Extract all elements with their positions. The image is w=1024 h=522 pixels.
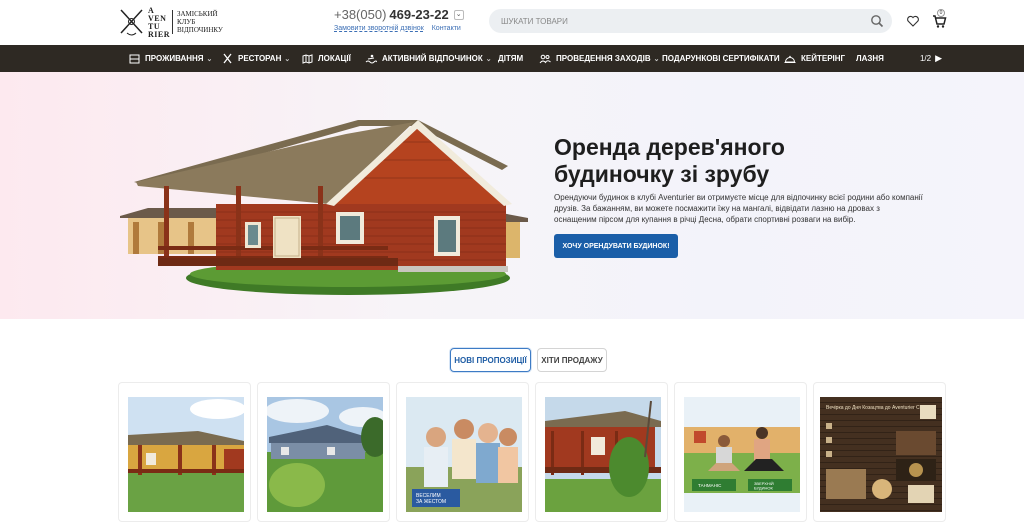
search-icon[interactable]	[870, 14, 884, 28]
nav-page-indicator: 1/2	[919, 54, 932, 63]
crossed-oars-icon	[118, 7, 146, 41]
nav-item-bathhouse[interactable]: ЛАЗНЯ	[856, 45, 884, 72]
product-image: Вечірка до Дня Козацтва до Aventurier Cl…	[820, 397, 942, 512]
cart-count-badge: 0	[937, 9, 945, 17]
search-bar	[489, 9, 892, 33]
activity-icon	[365, 54, 377, 63]
nav-label: ПОДАРУНКОВІ СЕРТИФІКАТИ	[662, 54, 780, 63]
search-input[interactable]	[489, 9, 849, 33]
chevron-down-icon: ⌄	[653, 55, 660, 63]
hero-banner: Оренда дерев'яного будиночку зі зрубу Ор…	[0, 72, 1024, 319]
chevron-down-icon: ⌄	[284, 55, 291, 63]
cloche-icon	[784, 55, 796, 63]
product-card[interactable]: Вечірка до Дня Козацтва до Aventurier Cl…	[813, 382, 946, 522]
nav-item-events[interactable]: ПРОВЕДЕННЯ ЗАХОДІВ ⌄	[539, 45, 660, 72]
nav-item-active-rest[interactable]: АКТИВНИЙ ВІДПОЧИНОК ⌄	[365, 45, 492, 72]
nav-label: ПРОВЕДЕННЯ ЗАХОДІВ	[556, 54, 651, 63]
product-image: ВЕСЕЛИМ ЗА ЖЕСТОМ	[406, 397, 522, 512]
product-card[interactable]: ТАНМАНІС ЗВЕРХНІЙ БУДИНОК	[674, 382, 807, 522]
hero-title: Оренда дерев'яного будиночку зі зрубу	[554, 134, 785, 187]
nav-label: РЕСТОРАН	[238, 54, 282, 63]
product-image	[128, 397, 244, 512]
product-card[interactable]	[535, 382, 668, 522]
site-header: A VEN TU RIER Заміський клуб відпочинку …	[0, 0, 1024, 45]
logo-wordmark: A VEN TU RIER	[148, 6, 171, 39]
nav-item-kids[interactable]: ДІТЯМ	[498, 45, 523, 72]
phone-links: Замовити зворотній дзвінок Контакти	[334, 25, 474, 32]
map-icon	[302, 53, 313, 64]
bed-icon	[129, 54, 140, 63]
product-image: ТАНМАНІС ЗВЕРХНІЙ БУДИНОК	[684, 397, 800, 512]
product-badge-text: Вечірка до Дня Козацтва до Aventurier Cl…	[826, 405, 927, 411]
product-card[interactable]	[118, 382, 251, 522]
product-badge-text: ЗВЕРХНІЙ БУДИНОК	[754, 481, 774, 491]
product-card[interactable]: ВЕСЕЛИМ ЗА ЖЕСТОМ	[396, 382, 529, 522]
nav-label: ПРОЖИВАННЯ	[145, 54, 204, 63]
nav-item-gift-certificates[interactable]: ПОДАРУНКОВІ СЕРТИФІКАТИ	[662, 45, 780, 72]
callback-link[interactable]: Замовити зворотній дзвінок	[334, 25, 424, 32]
tab-bestsellers[interactable]: Хіти продажу	[537, 348, 607, 372]
people-icon	[539, 54, 551, 63]
wishlist-heart-icon[interactable]	[906, 14, 920, 28]
nav-item-accommodation[interactable]: ПРОЖИВАННЯ ⌄	[129, 45, 212, 72]
phone-number: 469-23-22	[389, 7, 449, 22]
rent-house-button[interactable]: Хочу орендувати будинок!	[554, 234, 678, 258]
nav-item-catering[interactable]: КЕЙТЕРІНГ	[784, 45, 845, 72]
hero-description: Орендуючи будинок в клубі Aventurier ви …	[554, 193, 923, 224]
nav-label: ЛОКАЦІЇ	[318, 54, 351, 63]
phone[interactable]: +38(050) 469-23-22 ⌄	[334, 7, 474, 22]
logo-tagline: Заміський клуб відпочинку	[172, 10, 223, 34]
nav-label: АКТИВНИЙ ВІДПОЧИНОК	[382, 54, 483, 63]
logo-mark: A VEN TU RIER	[118, 5, 171, 41]
nav-pager[interactable]: 1/2 ▶	[920, 45, 942, 72]
product-badge-text: ТАНМАНІС	[698, 483, 722, 488]
product-image	[545, 397, 661, 512]
nav-label: КЕЙТЕРІНГ	[801, 54, 846, 63]
tab-new-offers[interactable]: Нові пропозиції	[450, 348, 531, 372]
nav-item-restaurant[interactable]: РЕСТОРАН ⌄	[222, 45, 290, 72]
phone-dropdown-icon[interactable]: ⌄	[453, 9, 464, 20]
main-nav: ПРОЖИВАННЯ ⌄ РЕСТОРАН ⌄ ЛОКАЦІЇ АКТИВНИЙ В…	[0, 45, 1024, 72]
contacts-link[interactable]: Контакти	[432, 25, 461, 32]
product-card[interactable]	[257, 382, 390, 522]
phone-block: +38(050) 469-23-22 ⌄ Замовити зворотній …	[334, 7, 474, 32]
site-logo[interactable]: A VEN TU RIER Заміський клуб відпочинку	[118, 5, 230, 39]
chevron-down-icon: ⌄	[485, 55, 492, 63]
chevron-right-icon[interactable]: ▶	[935, 53, 942, 64]
product-image	[267, 397, 383, 512]
wooden-house-image	[118, 112, 530, 296]
phone-prefix: +38(050)	[334, 7, 387, 22]
nav-label: ЛАЗНЯ	[856, 54, 884, 63]
cutlery-icon	[223, 53, 232, 64]
nav-item-locations[interactable]: ЛОКАЦІЇ	[302, 45, 351, 72]
nav-label: ДІТЯМ	[498, 54, 524, 63]
chevron-down-icon: ⌄	[206, 55, 213, 63]
